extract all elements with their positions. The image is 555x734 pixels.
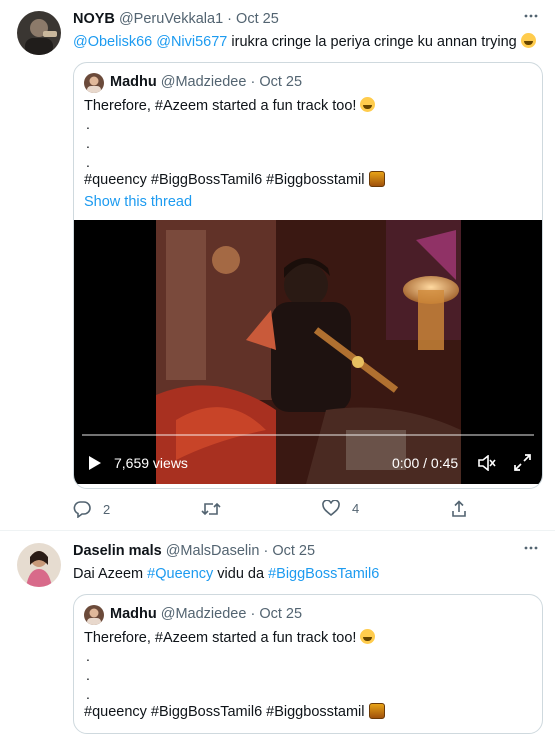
retweet-button[interactable]	[201, 500, 233, 518]
hashtag-text: #queency #BiggBossTamil6 #Biggbosstamil	[84, 172, 365, 188]
avatar[interactable]	[17, 543, 61, 587]
quote-header: Madhu @Madziedee · Oct 25	[110, 606, 302, 622]
reply-button[interactable]: 2	[73, 500, 110, 518]
bigg-boss-emoji-icon	[368, 171, 385, 187]
mention-link[interactable]: @Obelisk66	[73, 34, 152, 50]
like-count: 4	[352, 500, 360, 516]
separator: ·	[263, 543, 269, 559]
volume-icon[interactable]	[478, 454, 496, 474]
bigg-boss-emoji-icon	[368, 703, 385, 719]
author-handle: @Madziedee	[160, 74, 247, 90]
tweet-date: Oct 25	[259, 606, 303, 622]
like-button[interactable]: 4	[322, 500, 359, 516]
more-icon[interactable]	[523, 540, 539, 561]
tweet-date[interactable]: Oct 25	[272, 543, 315, 559]
hashtag-link[interactable]: #Queency	[147, 566, 213, 582]
author-handle[interactable]: @PeruVekkala1	[119, 11, 223, 27]
tweet-text: Dai Azeem #Queency vidu da #BiggBossTami…	[73, 565, 379, 584]
hashtag-link[interactable]: #BiggBossTamil6	[268, 566, 379, 582]
author-name: Madhu	[110, 74, 157, 90]
quote-hashtags: #queency #BiggBossTamil6 #Biggbosstamil	[84, 171, 385, 188]
tweet[interactable]: NOYB @PeruVekkala1 · Oct 25 @Obelisk66 @…	[0, 0, 555, 531]
tweet-text: @Obelisk66 @Nivi5677 irukra cringe la pe…	[73, 33, 536, 52]
tweet-date[interactable]: Oct 25	[236, 11, 279, 27]
retweet-icon	[201, 502, 221, 516]
tweet-date: Oct 25	[259, 74, 303, 90]
tweet[interactable]: Daselin mals @MalsDaselin · Oct 25 Dai A…	[0, 532, 555, 734]
video-player[interactable]: 7,659 views 0:00 / 0:45	[74, 220, 542, 484]
quote-line: Therefore, #Azeem started a fun track to…	[84, 98, 357, 114]
more-icon[interactable]	[523, 8, 539, 29]
laughing-emoji-icon	[520, 33, 536, 48]
video-progress-bar[interactable]	[82, 434, 534, 436]
quote-hashtags: #queency #BiggBossTamil6 #Biggbosstamil	[84, 703, 385, 720]
author-handle: @Madziedee	[160, 606, 247, 622]
separator: ·	[250, 606, 256, 622]
separator: ·	[250, 74, 256, 90]
separator: ·	[227, 11, 233, 27]
quote-text: Therefore, #Azeem started a fun track to…	[84, 629, 376, 646]
author-name: Madhu	[110, 606, 157, 622]
quote-line: Therefore, #Azeem started a fun track to…	[84, 630, 357, 646]
reply-icon	[73, 501, 91, 518]
tweet-body: vidu da	[217, 566, 265, 582]
quote-dot: .	[86, 154, 90, 170]
quoted-tweet[interactable]: Madhu @Madziedee · Oct 25 Therefore, #Az…	[73, 594, 543, 734]
quote-dot: .	[86, 667, 90, 683]
mention-link[interactable]: @Nivi5677	[156, 34, 227, 50]
share-button[interactable]	[451, 500, 467, 518]
like-icon	[322, 500, 340, 516]
quote-dot: .	[86, 116, 90, 132]
avatar[interactable]	[17, 11, 61, 55]
quote-dot: .	[86, 135, 90, 151]
show-thread-link[interactable]: Show this thread	[84, 194, 192, 210]
view-count: 7,659 views	[114, 455, 188, 471]
quote-dot: .	[86, 648, 90, 664]
tweet-body: Dai Azeem	[73, 566, 144, 582]
laughing-emoji-icon	[360, 629, 376, 644]
author-name[interactable]: Daselin mals	[73, 543, 162, 559]
hashtag-text: #queency #BiggBossTamil6 #Biggbosstamil	[84, 704, 365, 720]
tweet-header: NOYB @PeruVekkala1 · Oct 25	[73, 11, 279, 27]
tweet-body: irukra cringe la periya cringe ku annan …	[231, 34, 517, 50]
author-name[interactable]: NOYB	[73, 11, 115, 27]
tweet-header: Daselin mals @MalsDaselin · Oct 25	[73, 543, 315, 559]
quote-header: Madhu @Madziedee · Oct 25	[110, 74, 302, 90]
avatar	[84, 73, 104, 93]
reply-count: 2	[103, 501, 111, 517]
video-time: 0:00 / 0:45	[392, 455, 459, 471]
quote-dot: .	[86, 686, 90, 702]
author-handle[interactable]: @MalsDaselin	[166, 543, 260, 559]
share-icon	[452, 500, 466, 517]
quoted-tweet[interactable]: Madhu @Madziedee · Oct 25 Therefore, #Az…	[73, 62, 543, 489]
avatar	[84, 605, 104, 625]
quote-text: Therefore, #Azeem started a fun track to…	[84, 97, 376, 114]
video-frame	[156, 220, 461, 484]
fullscreen-icon[interactable]	[514, 454, 531, 474]
play-icon[interactable]	[88, 455, 102, 474]
tweet-actions: 2 4	[73, 500, 473, 522]
laughing-emoji-icon	[360, 97, 376, 112]
